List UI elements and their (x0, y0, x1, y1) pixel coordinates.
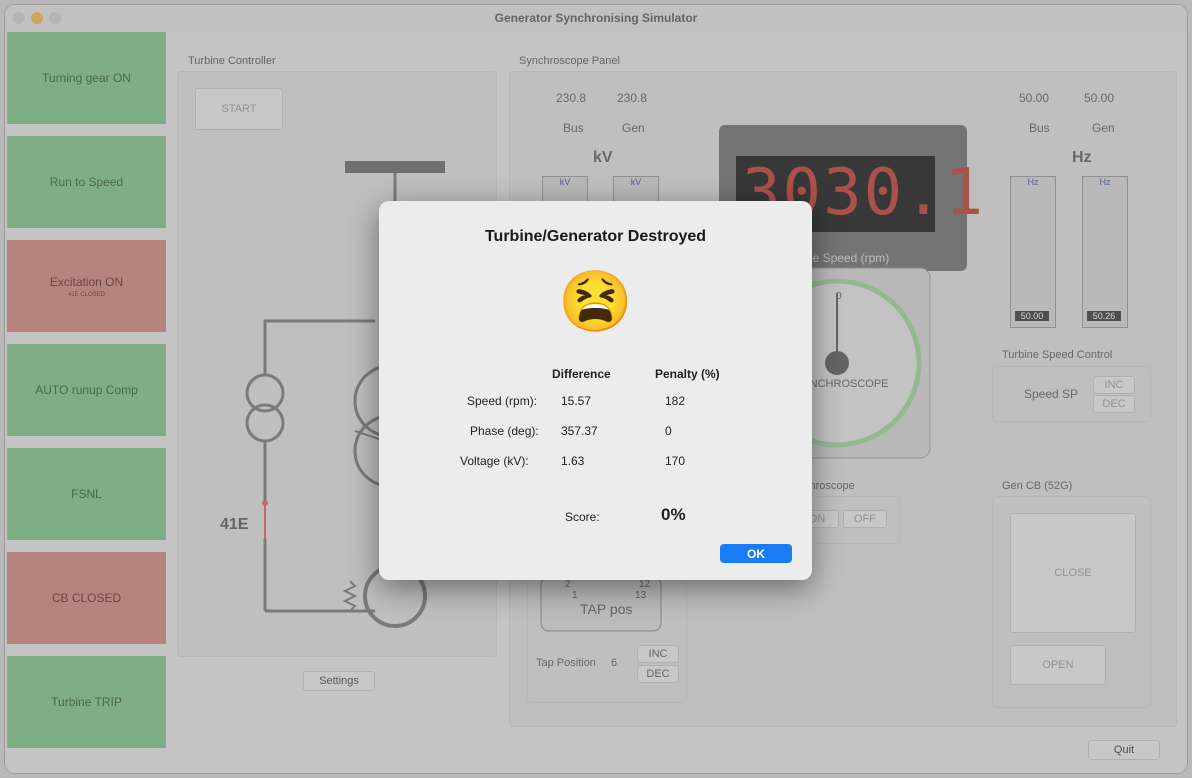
score-value: 0% (661, 505, 686, 524)
ok-button[interactable]: OK (720, 544, 792, 563)
voltage-row-penalty: 170 (665, 454, 686, 468)
destroyed-dialog: Turbine/Generator Destroyed 😫 Difference… (379, 201, 812, 580)
speed-row-label: Speed (rpm): (467, 394, 538, 408)
voltage-row-label: Voltage (kV): (460, 454, 529, 468)
phase-row-diff: 357.37 (561, 424, 598, 438)
col-penalty-header: Penalty (%) (655, 367, 720, 381)
tired-face-icon: 😫 (558, 268, 633, 335)
dialog-title: Turbine/Generator Destroyed (484, 228, 707, 245)
speed-row-penalty: 182 (665, 394, 686, 408)
voltage-row-diff: 1.63 (561, 454, 585, 468)
phase-row-penalty: 0 (665, 424, 672, 438)
phase-row-label: Phase (deg): (470, 424, 539, 438)
col-difference-header: Difference (552, 367, 611, 381)
score-label: Score: (565, 510, 600, 524)
speed-row-diff: 15.57 (561, 394, 592, 408)
